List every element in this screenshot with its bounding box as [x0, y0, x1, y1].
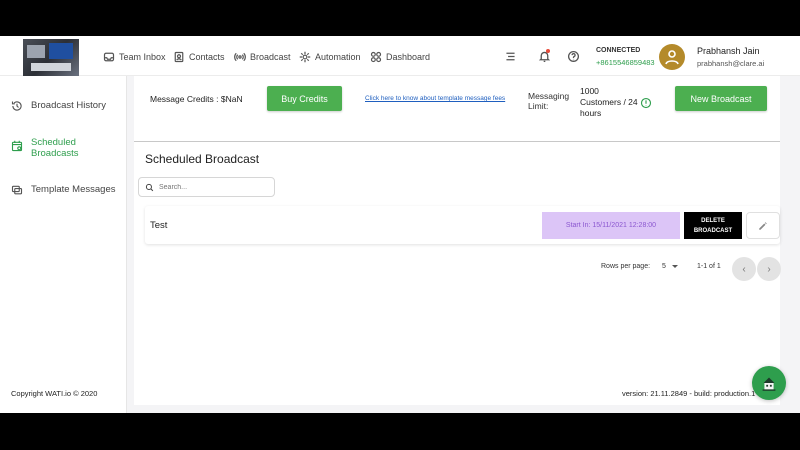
page-title: Scheduled Broadcast: [145, 152, 260, 166]
avatar[interactable]: [659, 44, 685, 70]
chat-widget-button[interactable]: [752, 366, 786, 400]
inbox-icon: [103, 52, 115, 62]
messaging-limit-label: Messaging Limit:: [528, 91, 570, 111]
chevron-left-icon: ‹: [742, 263, 746, 275]
next-page-button[interactable]: ›: [757, 257, 781, 281]
chevron-down-icon: [671, 265, 678, 268]
delete-broadcast-button[interactable]: DELETE BROADCAST: [684, 212, 742, 239]
buy-credits-button[interactable]: Buy Credits: [267, 86, 342, 111]
new-broadcast-button[interactable]: New Broadcast: [675, 86, 767, 111]
nav-team-inbox[interactable]: Team Inbox: [103, 50, 166, 64]
automation-icon: [299, 51, 311, 63]
notification-dot: [546, 49, 550, 53]
search-input[interactable]: [159, 183, 269, 191]
messaging-limit-value: 1000 Customers / 24 hours: [580, 86, 638, 118]
template-icon: [11, 185, 23, 195]
broadcast-icon: [234, 52, 246, 62]
sidebar-item-broadcast-history[interactable]: Broadcast History: [11, 100, 106, 112]
contacts-icon: [174, 51, 184, 63]
sidebar-item-label: Scheduled Broadcasts: [31, 137, 79, 159]
connection-status: CONNECTED: [596, 47, 641, 54]
schedule-chip: Start In: 15/11/2021 12:28:00: [542, 212, 680, 239]
nav-label: Contacts: [189, 52, 225, 62]
nav-contacts[interactable]: Contacts: [173, 50, 225, 64]
sidebar-item-label: Template Messages: [31, 184, 116, 195]
sidebar-item-label: Broadcast History: [31, 100, 106, 111]
table-row[interactable]: Test Start In: 15/11/2021 12:28:00 DELET…: [145, 206, 780, 244]
connection-phone: +8615546859483: [596, 58, 655, 67]
search-box[interactable]: [138, 177, 275, 197]
sidebar: Broadcast History Scheduled Broadcasts T…: [0, 76, 127, 413]
app-window: Team Inbox Contacts Broadcast Automation…: [0, 36, 800, 413]
rows-per-page-label: Rows per page:: [601, 263, 651, 270]
info-icon[interactable]: [640, 96, 652, 109]
menu-icon[interactable]: [504, 50, 517, 63]
history-icon: [11, 101, 22, 111]
pencil-icon: [759, 221, 767, 230]
sidebar-item-template-messages[interactable]: Template Messages: [11, 184, 115, 196]
edit-button[interactable]: [746, 212, 780, 239]
version-info: version: 21.11.2849 - build: production.…: [622, 389, 756, 398]
dashboard-icon: [370, 51, 382, 63]
sidebar-item-scheduled-broadcasts[interactable]: Scheduled Broadcasts: [11, 137, 101, 159]
rows-per-page-value: 5: [662, 263, 666, 270]
calendar-icon: [11, 140, 23, 152]
template-fees-link[interactable]: Click here to know about template messag…: [365, 95, 505, 102]
pagination-range: 1-1 of 1: [697, 263, 721, 270]
nav-label: Dashboard: [386, 52, 431, 62]
search-icon: [145, 183, 154, 191]
divider: [134, 141, 780, 142]
broadcast-name: Test: [150, 220, 168, 231]
nav-dashboard[interactable]: Dashboard: [370, 50, 430, 64]
prev-page-button[interactable]: ‹: [732, 257, 756, 281]
credits-label: Message Credits: [150, 94, 214, 104]
message-credits: Message Credits : $NaN: [150, 94, 243, 104]
copyright: Copyright WATI.io © 2020: [11, 389, 98, 398]
nav-label: Team Inbox: [119, 52, 166, 62]
company-logo[interactable]: [23, 39, 79, 76]
nav-automation[interactable]: Automation: [299, 50, 361, 64]
user-icon: [665, 50, 679, 65]
chevron-right-icon: ›: [767, 263, 771, 275]
nav-broadcast[interactable]: Broadcast: [234, 50, 291, 64]
credits-value: : $NaN: [216, 94, 243, 104]
main-panel: Message Credits : $NaN Buy Credits Click…: [134, 76, 781, 405]
rows-per-page-select[interactable]: 5: [662, 263, 678, 270]
user-name: Prabhansh Jain: [697, 46, 760, 56]
user-email: prabhansh@clare.ai: [697, 59, 765, 68]
top-navbar: Team Inbox Contacts Broadcast Automation…: [0, 36, 800, 76]
help-icon[interactable]: [567, 50, 580, 63]
chat-bot-icon: [762, 377, 776, 391]
nav-label: Automation: [315, 52, 361, 62]
nav-label: Broadcast: [250, 52, 291, 62]
